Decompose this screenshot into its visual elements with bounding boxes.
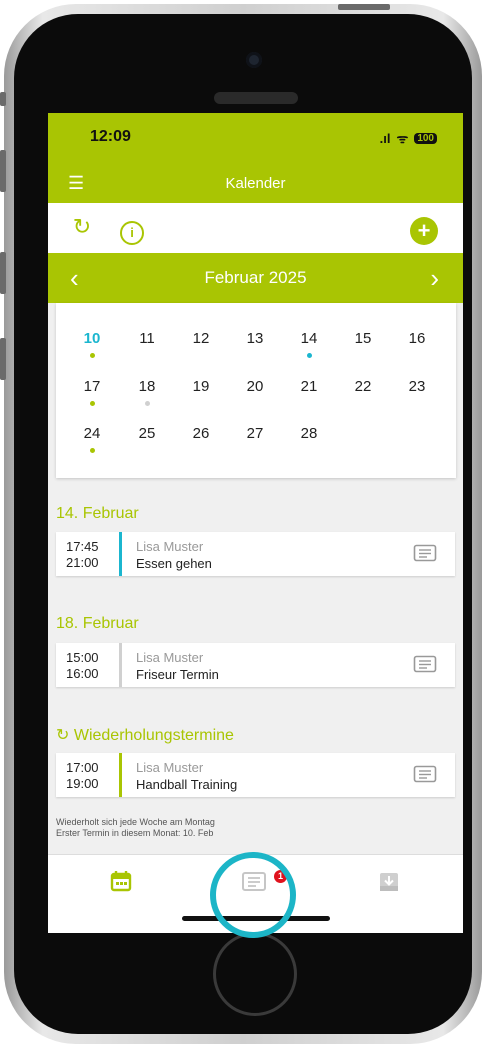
event-dot <box>307 353 312 358</box>
calendar-day[interactable]: 22 <box>343 378 383 395</box>
calendar-day[interactable]: 18 <box>127 378 167 395</box>
calendar-day[interactable]: 21 <box>289 378 329 395</box>
info-icon[interactable]: i <box>120 221 144 245</box>
event-times: 17:45 21:00 <box>66 539 99 571</box>
highlight-ring <box>210 852 296 938</box>
inbox-icon[interactable] <box>374 867 404 897</box>
calendar-day[interactable]: 19 <box>181 378 221 395</box>
earpiece-speaker <box>214 92 298 104</box>
calendar-day[interactable]: 26 <box>181 425 221 442</box>
volume-up-button <box>0 150 6 192</box>
event-start: 17:00 <box>66 760 99 775</box>
month-bar: ‹ Februar 2025 › <box>48 253 463 303</box>
calendar-day[interactable]: 28 <box>289 425 329 442</box>
event-dot <box>90 448 95 453</box>
volume-down-button <box>0 252 6 294</box>
calendar-day[interactable]: 13 <box>235 330 275 347</box>
event-times: 15:00 16:00 <box>66 650 99 682</box>
event-times: 17:00 19:00 <box>66 760 99 792</box>
chevron-right-icon[interactable]: › <box>430 263 439 294</box>
event-title: Handball Training <box>136 777 238 792</box>
add-icon[interactable]: + <box>410 217 438 245</box>
signal-icon: .ıl <box>379 130 391 146</box>
calendar-day[interactable]: 14 <box>289 330 329 347</box>
event-title: Essen gehen <box>136 556 212 571</box>
event-end: 16:00 <box>66 666 99 681</box>
message-icon[interactable] <box>413 544 437 564</box>
event-start: 15:00 <box>66 650 99 665</box>
event-color-bar <box>119 753 122 797</box>
event-end: 21:00 <box>66 555 99 570</box>
event-person: Lisa Muster <box>136 760 204 775</box>
mute-switch <box>0 92 6 106</box>
event-dot <box>90 401 95 406</box>
status-icons: .ıl ᯤ 100 <box>380 129 437 147</box>
calendar-day[interactable]: 27 <box>235 425 275 442</box>
recurrence-line: Wiederholt sich jede Woche am Montag <box>56 817 215 827</box>
toolbar: ↻ <box>48 203 463 253</box>
section-title: ↻ Wiederholungstermine <box>56 727 234 744</box>
calendar-day[interactable]: 17 <box>72 378 112 395</box>
recurrence-line: Erster Termin in diesem Monat: 10. Feb <box>56 828 214 838</box>
wifi-icon: ᯤ <box>396 131 409 146</box>
event-person: Lisa Muster <box>136 650 204 665</box>
message-icon[interactable] <box>413 765 437 785</box>
home-button[interactable] <box>213 932 297 1016</box>
page-title: Kalender <box>225 175 286 192</box>
event-card[interactable]: 15:00 16:00 Lisa Muster Friseur Termin <box>56 643 455 687</box>
battery-icon: 100 <box>414 132 437 144</box>
calendar-day[interactable]: 16 <box>397 330 437 347</box>
event-dot <box>90 353 95 358</box>
event-title: Friseur Termin <box>136 667 219 682</box>
event-dot <box>145 401 150 406</box>
event-person: Lisa Muster <box>136 539 204 554</box>
app-bar: ☰ Kalender <box>48 163 463 203</box>
event-card[interactable]: 17:45 21:00 Lisa Muster Essen gehen <box>56 532 455 576</box>
calendar-day[interactable]: 24 <box>72 425 112 442</box>
power-button <box>338 4 390 10</box>
calendar-day[interactable]: 15 <box>343 330 383 347</box>
message-icon[interactable] <box>413 655 437 675</box>
section-title: 14. Februar <box>56 505 139 522</box>
month-label: Februar 2025 <box>204 268 307 287</box>
status-bar: 12:09 .ıl ᯤ 100 <box>48 113 463 163</box>
calendar-day[interactable]: 25 <box>127 425 167 442</box>
front-camera <box>246 52 262 68</box>
calendar-day[interactable]: 10 <box>72 330 112 347</box>
side-button <box>0 338 6 380</box>
calendar-day[interactable]: 20 <box>235 378 275 395</box>
calendar-grid: 10 11 12 13 14 15 16 17 18 19 20 21 22 2… <box>56 303 456 478</box>
section-title: 18. Februar <box>56 615 139 632</box>
recurrence-note: Wiederholt sich jede Woche am Montag Ers… <box>56 817 215 839</box>
refresh-icon[interactable]: ↻ <box>70 215 94 239</box>
event-end: 19:00 <box>66 776 99 791</box>
calendar-day[interactable]: 23 <box>397 378 437 395</box>
status-time: 12:09 <box>90 128 131 145</box>
event-color-bar <box>119 532 122 576</box>
event-card[interactable]: 17:00 19:00 Lisa Muster Handball Trainin… <box>56 753 455 797</box>
app-screen: 12:09 .ıl ᯤ 100 ☰ Kalender ↻ i + ‹ Febru… <box>48 113 463 933</box>
calendar-icon[interactable] <box>106 867 136 897</box>
event-color-bar <box>119 643 122 687</box>
calendar-day[interactable]: 11 <box>127 330 167 347</box>
event-start: 17:45 <box>66 539 99 554</box>
calendar-day[interactable]: 12 <box>181 330 221 347</box>
